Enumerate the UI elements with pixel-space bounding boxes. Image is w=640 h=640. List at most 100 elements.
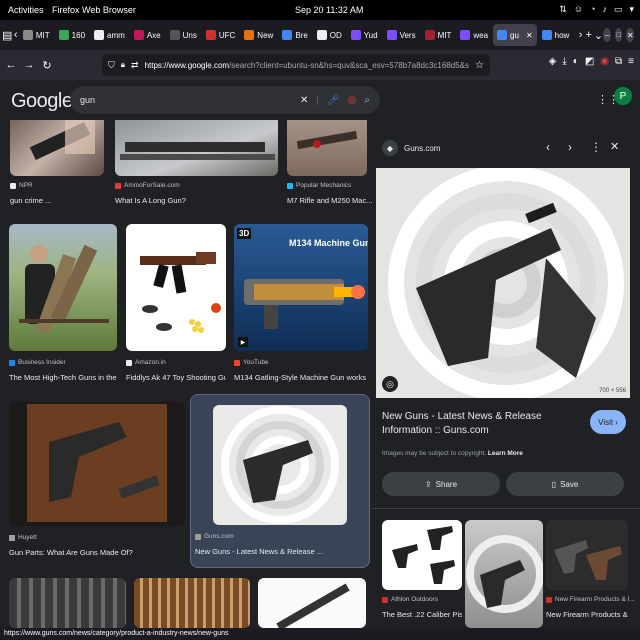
result-image[interactable] xyxy=(126,224,226,351)
back-icon[interactable]: ← xyxy=(2,56,20,74)
result-card[interactable] xyxy=(9,578,127,628)
app-menu[interactable]: Firefox Web Browser xyxy=(52,5,136,15)
close-window-icon[interactable]: ✕ xyxy=(626,28,634,42)
result-title[interactable]: What Is A Long Gun? xyxy=(115,196,275,205)
result-image[interactable] xyxy=(9,402,185,526)
lock-icon[interactable]: 🔒︎ xyxy=(121,60,125,70)
next-icon[interactable]: › xyxy=(568,140,572,154)
downloads-icon[interactable]: ⤓ xyxy=(562,56,566,67)
result-image[interactable] xyxy=(9,224,117,351)
related-image[interactable] xyxy=(465,520,543,628)
tab-3[interactable]: Axe xyxy=(130,24,165,46)
voice-search-icon[interactable]: 🎤︎ xyxy=(327,95,340,106)
tab-13[interactable]: gu ✕ xyxy=(493,24,537,46)
system-tray[interactable]: ⇅ ☺ ◔ ♪ ▭ ▾ xyxy=(559,4,634,15)
learn-more-link[interactable]: Learn More xyxy=(488,450,523,457)
maximize-icon[interactable]: □ xyxy=(614,28,623,42)
result-card[interactable]: AmmoForSale.com What Is A Long Gun? xyxy=(110,120,280,210)
extensions-icon[interactable]: ⧉ xyxy=(615,56,622,67)
clock[interactable]: Sep 20 11:32 AM xyxy=(295,5,363,15)
menu-icon[interactable]: ≡ xyxy=(628,56,634,67)
more-options-icon[interactable]: ⋮ xyxy=(590,140,602,154)
result-title[interactable]: New Guns - Latest News & Release ... xyxy=(195,547,365,556)
lens-icon[interactable]: ◎ xyxy=(348,95,357,106)
share-button[interactable]: ⇪ Share xyxy=(382,472,500,496)
result-title[interactable]: The Best .22 Caliber Pis... xyxy=(382,610,462,619)
tab-4[interactable]: Uns xyxy=(166,24,201,46)
new-tab-icon[interactable]: + xyxy=(584,26,594,44)
tab-14[interactable]: how xyxy=(538,24,574,46)
result-image[interactable] xyxy=(258,578,366,628)
search-icon[interactable]: ⌕ xyxy=(364,95,370,106)
tab-close-icon[interactable]: ✕ xyxy=(526,31,533,40)
extension-icon-2[interactable]: ◩ xyxy=(585,56,594,67)
extension-icon-1[interactable]: ◐ xyxy=(573,56,579,67)
result-image[interactable] xyxy=(213,405,347,525)
lens-search-icon[interactable]: ◎ xyxy=(382,376,398,392)
related-card[interactable]: Athlon Outdoors The Best .22 Caliber Pis… xyxy=(382,520,462,620)
reload-icon[interactable]: ↻ xyxy=(38,56,56,74)
search-box[interactable]: gun ✕ | 🎤︎ ◎ ⌕ xyxy=(70,86,380,114)
result-image[interactable] xyxy=(134,578,250,628)
result-card[interactable]: Business Insider The Most High-Tech Guns… xyxy=(0,224,120,384)
result-title[interactable]: Gun Parts: What Are Guns Made Of? xyxy=(9,548,133,557)
tab-10[interactable]: Vers xyxy=(383,24,420,46)
shield-icon[interactable]: ⛉ xyxy=(108,60,115,71)
activities-button[interactable]: Activities xyxy=(8,5,44,15)
extension-icon-3[interactable]: ◉ xyxy=(600,56,609,67)
result-card[interactable] xyxy=(134,578,252,628)
result-card[interactable]: NPR gun crime ... xyxy=(0,120,110,210)
result-card[interactable] xyxy=(258,578,368,628)
result-image[interactable] xyxy=(115,120,278,176)
url-bar[interactable]: ⛉ 🔒︎ ⇄ https://www.google.com/search?cli… xyxy=(102,54,490,76)
tab-0[interactable]: MIT xyxy=(19,24,54,46)
site-name[interactable]: Guns.com xyxy=(404,144,440,153)
result-title[interactable]: M7 Rifle and M250 Mac... xyxy=(287,196,372,205)
result-image[interactable] xyxy=(10,120,104,176)
tab-5[interactable]: UFC xyxy=(202,24,239,46)
result-card[interactable]: Amazon.in Fiddlys Ak 47 Toy Shooting Gu.… xyxy=(120,224,230,384)
visit-button[interactable]: Visit › xyxy=(590,410,626,434)
tab-9[interactable]: Yud xyxy=(347,24,382,46)
tab-7[interactable]: Bre xyxy=(278,24,311,46)
result-card[interactable]: Popular Mechanics M7 Rifle and M250 Mac.… xyxy=(282,120,372,210)
permissions-icon[interactable]: ⇄ xyxy=(131,60,139,71)
tab-6[interactable]: New xyxy=(240,24,277,46)
tab-list-icon[interactable]: ▤ xyxy=(2,26,12,44)
result-title[interactable]: New Firearm Products & ... xyxy=(546,610,628,619)
minimize-icon[interactable]: – xyxy=(603,28,611,42)
prev-icon[interactable]: ‹ xyxy=(546,140,550,154)
preview-image[interactable]: ◎ 700 × 556 xyxy=(376,168,630,398)
tab-8[interactable]: OD xyxy=(313,24,346,46)
clear-icon[interactable]: ✕ xyxy=(300,95,308,106)
result-image[interactable] xyxy=(9,578,126,628)
tab-11[interactable]: MIT xyxy=(421,24,456,46)
result-title[interactable]: The Most High-Tech Guns in the ... xyxy=(9,373,119,382)
related-image[interactable] xyxy=(382,520,462,590)
result-title[interactable]: M134 Gatling-Style Machine Gun works ... xyxy=(234,373,368,382)
result-card-selected[interactable]: Guns.com New Guns - Latest News & Releas… xyxy=(190,394,370,568)
result-image[interactable]: M134 Machine Gun 3D ▶ xyxy=(234,224,368,351)
preview-title[interactable]: New Guns - Latest News & Release Informa… xyxy=(382,410,582,438)
result-card[interactable]: M134 Machine Gun 3D ▶ YouTube M134 Gatli… xyxy=(230,224,372,384)
close-icon[interactable]: ✕ xyxy=(610,140,619,153)
url-text[interactable]: https://www.google.com/search?client=ubu… xyxy=(145,61,469,70)
result-title[interactable]: gun crime ... xyxy=(10,196,105,205)
forward-icon[interactable]: → xyxy=(20,56,38,74)
tab-2[interactable]: amm xyxy=(90,24,129,46)
related-image[interactable] xyxy=(546,520,628,590)
result-title[interactable]: Fiddlys Ak 47 Toy Shooting Gu... xyxy=(126,373,226,382)
pocket-icon[interactable]: ◈ xyxy=(549,56,557,67)
related-card[interactable]: New Firearm Products & I... New Firearm … xyxy=(546,520,635,620)
save-button[interactable]: ▯ Save xyxy=(506,472,624,496)
search-input[interactable]: gun xyxy=(80,95,292,105)
avatar[interactable]: P xyxy=(614,87,632,105)
tab-12[interactable]: wea xyxy=(456,24,492,46)
bookmark-star-icon[interactable]: ☆ xyxy=(475,60,484,71)
tab-1[interactable]: 160 xyxy=(55,24,89,46)
related-card[interactable] xyxy=(465,520,543,628)
google-logo[interactable]: Google xyxy=(11,90,73,113)
result-image[interactable] xyxy=(287,120,367,176)
play-icon[interactable]: ▶ xyxy=(238,337,248,347)
tab-overflow-icon[interactable]: ⌄ xyxy=(594,26,604,44)
